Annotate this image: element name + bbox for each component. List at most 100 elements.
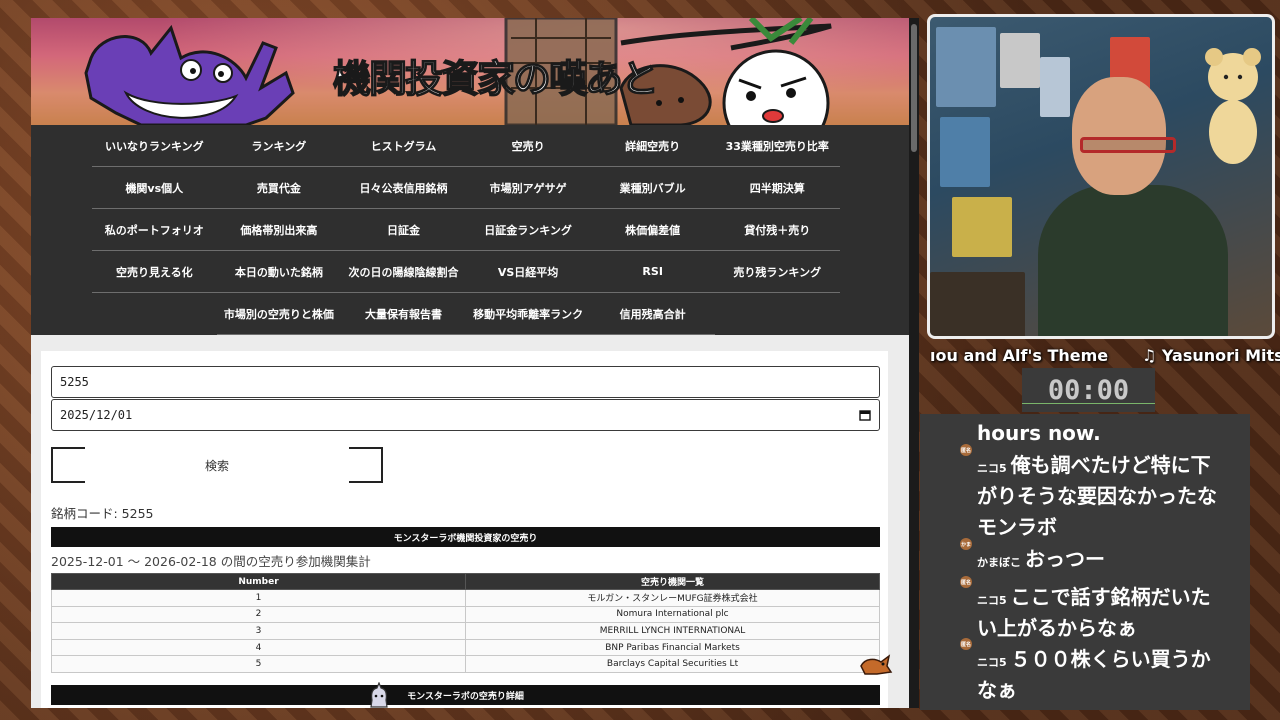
nav-link[interactable]: 日々公表信用銘柄 [341, 167, 466, 209]
chat-avatar-icon: かま [960, 538, 972, 550]
search-button[interactable]: 検索 [51, 447, 383, 483]
nav-link[interactable]: 市場別アゲサゲ [465, 167, 591, 209]
table-row: 5 Barclays Capital Securities Lt [51, 655, 880, 673]
button-corner [349, 465, 383, 483]
chat-text: なぁ [977, 678, 1017, 702]
site-title[interactable]: 機関投資家の嘆あと [332, 48, 659, 103]
nav-link[interactable]: ヒストグラム [341, 125, 466, 167]
nav-link[interactable]: 売り残ランキング [714, 251, 840, 293]
date-input[interactable]: 2025/12/01 [51, 399, 880, 431]
nav-link[interactable]: いいなりランキング [92, 125, 217, 167]
button-corner [349, 447, 383, 465]
date-range-summary: 2025-12-01 ～ 2026-02-18 の間の空売り参加機関集計 [51, 554, 371, 569]
streamer [1028, 77, 1228, 336]
site-banner[interactable]: 機関投資家の嘆あと [31, 18, 909, 125]
chat-line: モンラボ [977, 512, 1057, 543]
row-number: 3 [51, 622, 466, 640]
chat-username: かまぼこ [977, 556, 1021, 569]
row-number: 5 [51, 655, 466, 673]
scrollbar-thumb[interactable] [911, 24, 917, 152]
code-input[interactable]: 5255 [51, 366, 880, 398]
nav-link[interactable]: 大量保有報告書 [341, 293, 466, 335]
nav-link[interactable]: 売買代金 [216, 167, 342, 209]
table-header-number: Number [51, 573, 466, 590]
institution-name: Barclays Capital Securities Lt [465, 655, 880, 673]
nav-link[interactable]: 業種別バブル [590, 167, 715, 209]
chat-avatar-icon: 匿名 [960, 576, 972, 588]
browser-page: 機関投資家の嘆あと いいなりランキング ランキング ヒストグラム 空売り 詳細空売り 33… [31, 18, 909, 708]
chat-username: ニコ5 [977, 656, 1007, 669]
row-number: 2 [51, 605, 466, 624]
nav-link[interactable]: 四半期決算 [714, 167, 840, 209]
nav-link[interactable]: 価格帯別出来高 [216, 209, 342, 251]
wall-poster [936, 27, 996, 107]
nav-link[interactable]: 空売り見える化 [92, 251, 217, 293]
code-input-value: 5255 [60, 375, 89, 389]
chat-text: がりそうな要因なかったな [977, 484, 1217, 508]
section-header-short-detail: モンスターラボの空売り詳細 [51, 685, 880, 705]
calendar-icon[interactable] [859, 409, 871, 421]
nav-link[interactable]: 33業種別空売り比率 [714, 125, 840, 167]
chat-line: い上がるからなぁ [977, 613, 1137, 644]
streamer-head [1072, 77, 1166, 195]
chat-line: ニコ5 俺も調べたけど特に下 [977, 450, 1211, 481]
desk-shelf [930, 272, 1025, 336]
chat-line: かまぼこ おっつー [977, 544, 1105, 575]
institution-name: Nomura International plc [465, 605, 880, 624]
nav-link[interactable]: 次の日の陽線陰線割合 [341, 251, 466, 293]
chat-overlay: hours now. 匿名 ニコ5 俺も調べたけど特に下 がりそうな要因なかったな モンラ… [920, 414, 1250, 710]
stream-timer: 00:00 [1022, 368, 1155, 412]
nav-link[interactable]: RSI [590, 251, 715, 293]
nav-link[interactable]: 株価偏差値 [590, 209, 715, 251]
nav-link[interactable]: 機関vs個人 [92, 167, 217, 209]
wall-poster [940, 117, 990, 187]
chat-line: がりそうな要因なかったな [977, 481, 1217, 512]
chat-text: hours now. [977, 421, 1101, 445]
chat-line: ニコ5 ここで話す銘柄だいた [977, 582, 1211, 613]
institution-name: MERRILL LYNCH INTERNATIONAL [465, 622, 880, 640]
chat-text: おっつー [1025, 547, 1105, 571]
nav-link[interactable]: 日証金 [341, 209, 466, 251]
nav-row: 市場別の空売りと株価 大量保有報告書 移動平均乖離率ランク 信用残高合計 [216, 293, 715, 335]
nav-link[interactable]: 移動平均乖離率ランク [465, 293, 591, 335]
nav-link[interactable]: 日証金ランキング [465, 209, 591, 251]
nav-link[interactable]: VS日経平均 [465, 251, 591, 293]
table-header-institutions: 空売り機関一覧 [465, 573, 880, 590]
search-button-label: 検索 [204, 458, 229, 473]
nav-link[interactable]: 私のポートフォリオ [92, 209, 217, 251]
date-input-value: 2025/12/01 [60, 408, 133, 422]
nav-link[interactable]: 詳細空売り [590, 125, 715, 167]
chat-avatar-icon: 匿名 [960, 638, 972, 650]
chat-text: モンラボ [977, 515, 1057, 539]
nav-link[interactable]: 市場別の空売りと株価 [216, 293, 342, 335]
chat-line: hours now. [977, 418, 1101, 449]
nav-row: 空売り見える化 本日の動いた銘柄 次の日の陽線陰線割合 VS日経平均 RSI 売り残ランキ… [92, 251, 840, 293]
chat-text: 俺も調べたけど特に下 [1010, 453, 1211, 477]
button-corner [51, 447, 85, 465]
nav-link[interactable]: ランキング [216, 125, 342, 167]
row-number: 1 [51, 589, 466, 607]
now-playing-artist: ♫ Yasunori Mits [1142, 346, 1280, 365]
nav-link[interactable]: 信用残高合計 [590, 293, 715, 335]
nav-row: 私のポートフォリオ 価格帯別出来高 日証金 日証金ランキング 株価偏差値 貸付残＋売り [92, 209, 840, 251]
now-playing-ticker: ıou and Alf's Theme ♫ Yasunori Mits [930, 345, 1280, 367]
nav-link[interactable]: 本日の動いた銘柄 [216, 251, 342, 293]
nav-link[interactable]: 貸付残＋売り [714, 209, 840, 251]
chat-line: なぁ [977, 675, 1017, 706]
nav-link[interactable]: 空売り [465, 125, 591, 167]
site-nav: いいなりランキング ランキング ヒストグラム 空売り 詳細空売り 33業種別空売り比率機関… [31, 125, 909, 335]
button-corner [51, 465, 85, 483]
teddy-bear-icon [1205, 48, 1261, 164]
table-row: 3 MERRILL LYNCH INTERNATIONAL [51, 622, 880, 640]
table-row: 4 BNP Paribas Financial Markets [51, 638, 880, 657]
search-panel: 5255 2025/12/01 検索 銘柄コード: 5255 モンスターラボ機関… [41, 351, 888, 708]
streamer-glasses [1080, 137, 1176, 153]
chat-text: い上がるからなぁ [977, 616, 1137, 640]
table-row: 1 モルガン・スタンレーMUFG証券株式会社 [51, 589, 880, 607]
page-scrollbar[interactable] [909, 18, 919, 708]
ghost-sprite-icon [370, 682, 388, 708]
stock-code-label: 銘柄コード: 5255 [51, 506, 154, 521]
table-row: 2 Nomura International plc [51, 605, 880, 624]
institutions-table: Number 空売り機関一覧 1 モルガン・スタンレーMUFG証券株式会社 2 Nom… [51, 573, 880, 673]
row-number: 4 [51, 638, 466, 657]
